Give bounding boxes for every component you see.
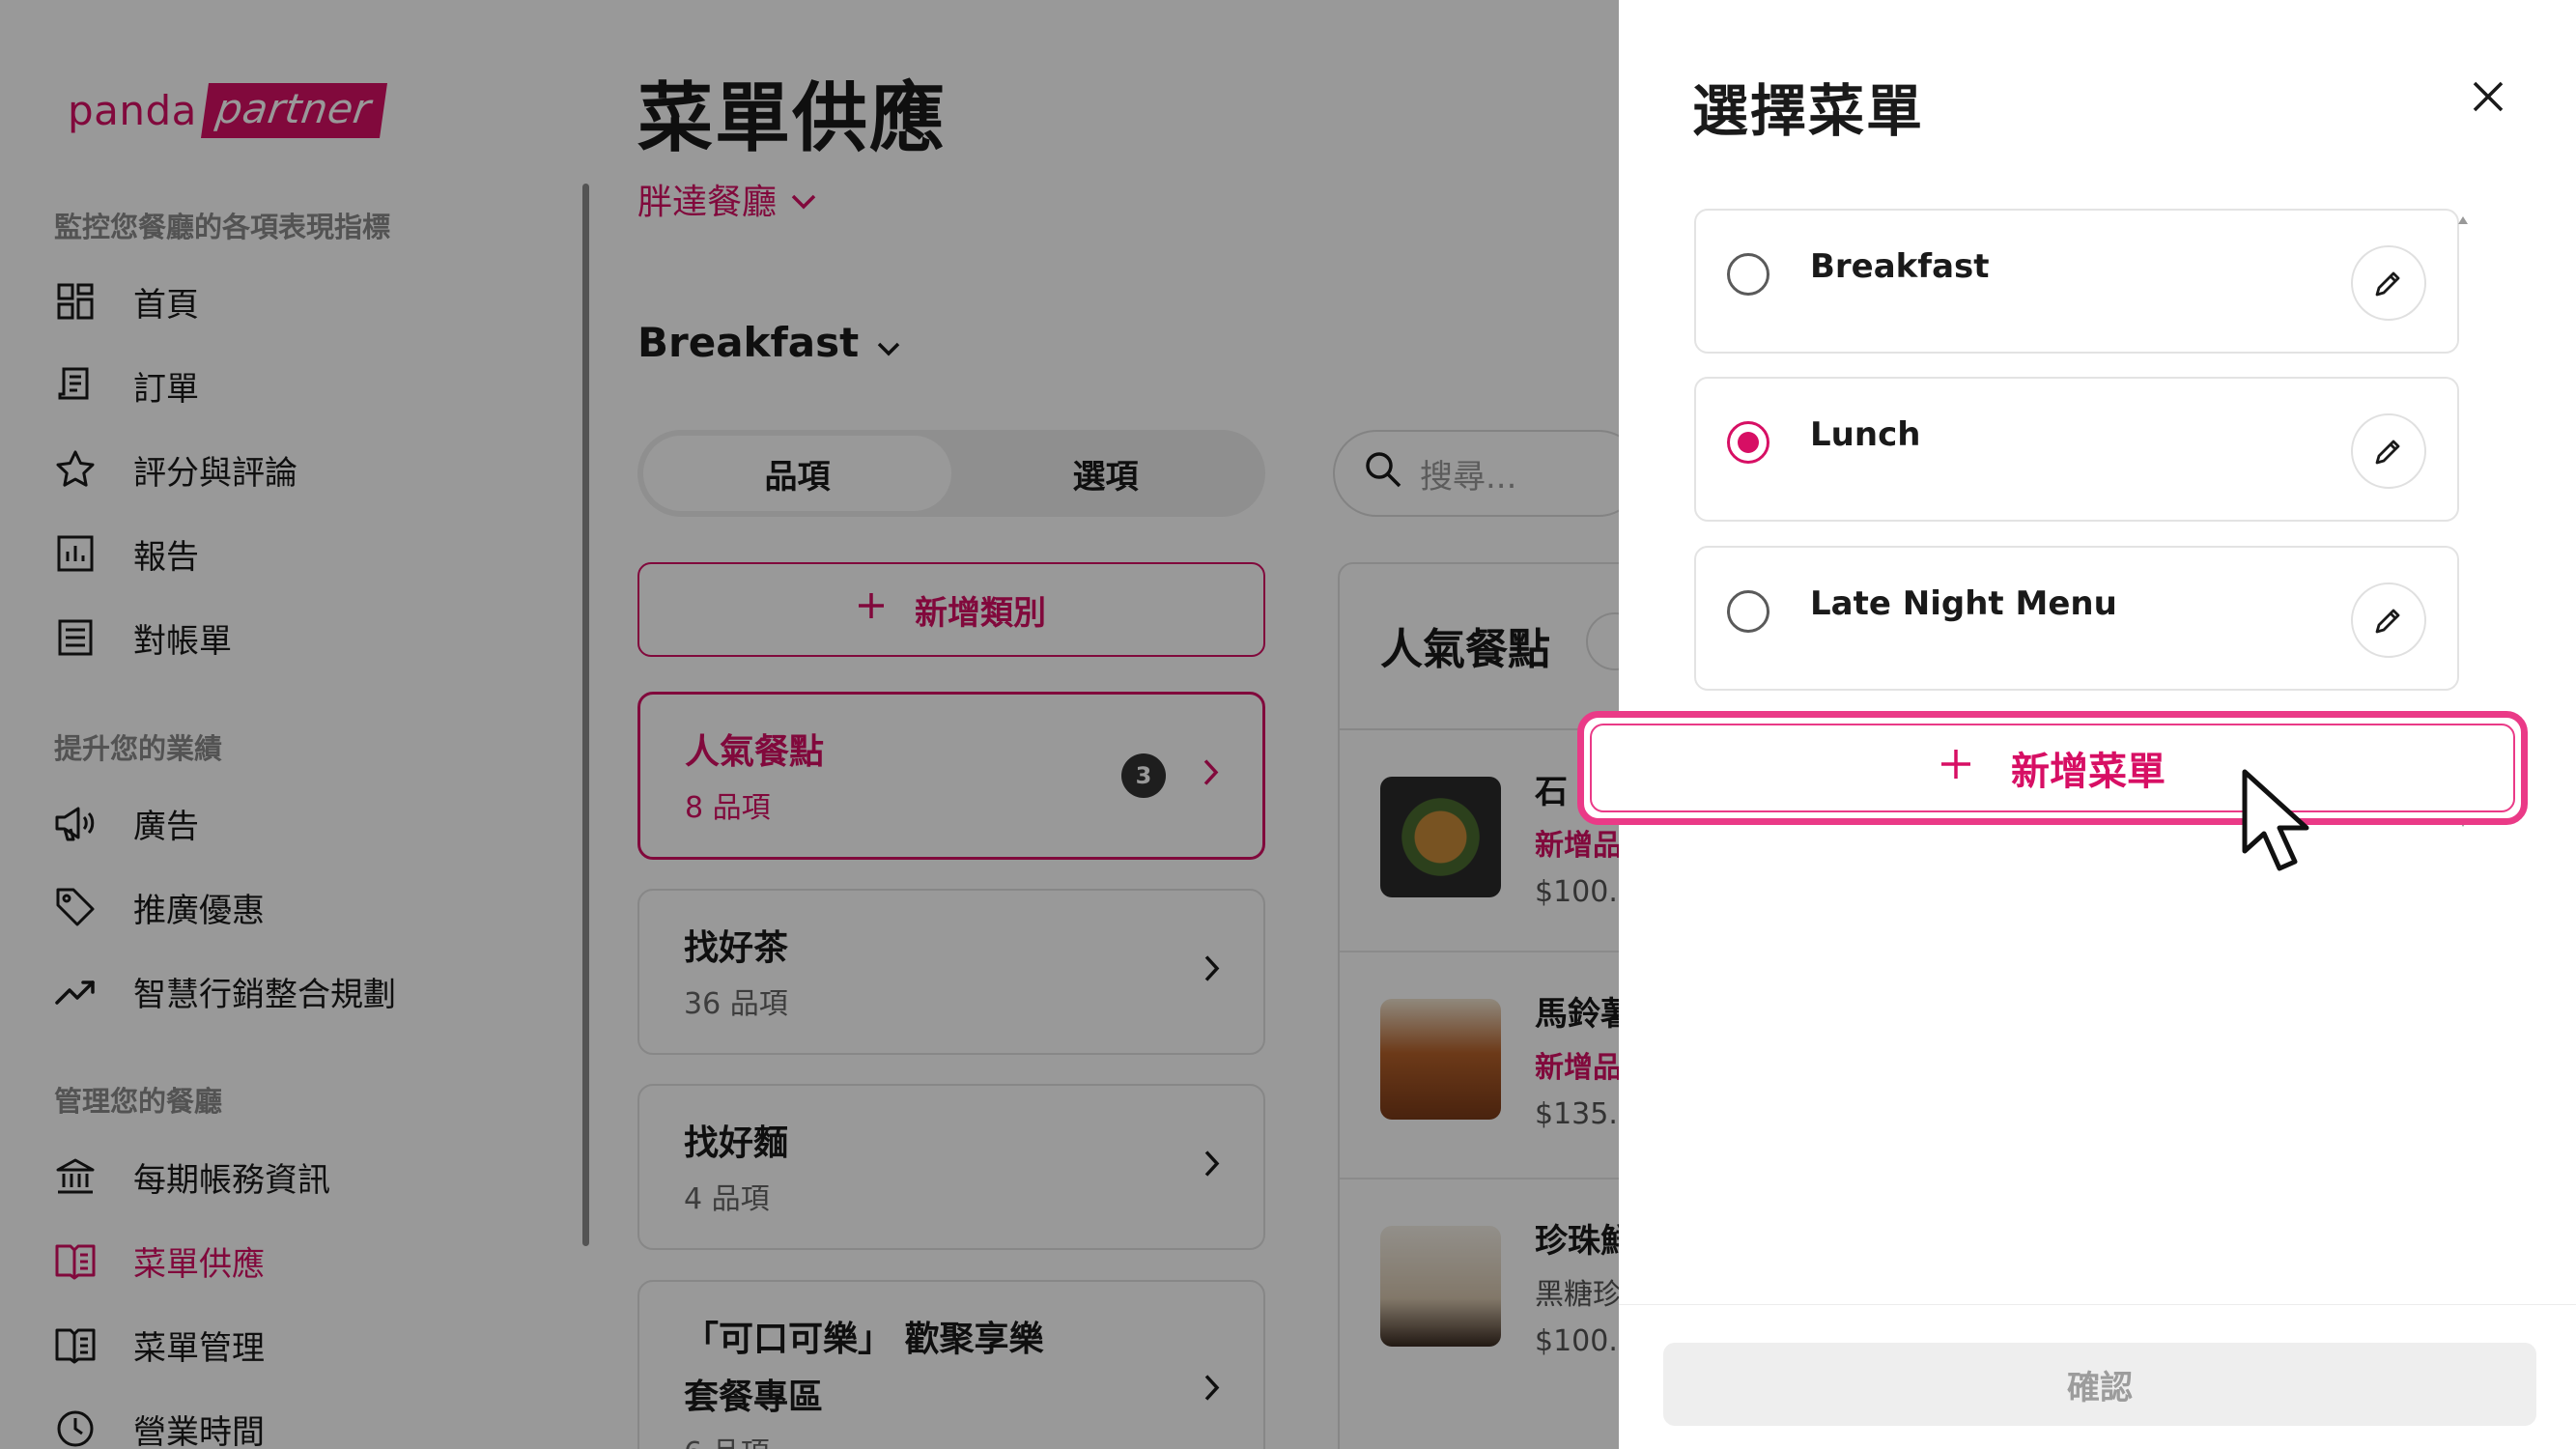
menu-option-late-night[interactable]: Late Night Menu <box>1694 546 2459 691</box>
pencil-icon <box>2375 440 2400 465</box>
mouse-cursor-icon <box>2239 768 2345 874</box>
radio-button[interactable] <box>1727 590 1769 633</box>
highlight-ring <box>1590 724 2515 812</box>
edit-menu-button[interactable] <box>2351 245 2426 321</box>
edit-menu-button[interactable] <box>2351 413 2426 489</box>
add-menu-button[interactable]: 新增菜單 <box>1577 711 2528 825</box>
close-icon <box>2473 81 2504 112</box>
close-button[interactable] <box>2459 68 2517 126</box>
confirm-button[interactable]: 確認 <box>1663 1343 2536 1426</box>
pencil-icon <box>2375 609 2400 634</box>
radio-button-selected[interactable] <box>1727 421 1769 464</box>
drawer-title: 選擇菜單 <box>1692 78 1925 144</box>
edit-menu-button[interactable] <box>2351 582 2426 658</box>
menu-option-name: Late Night Menu <box>1810 584 2117 623</box>
menu-option-lunch[interactable]: Lunch <box>1694 377 2459 522</box>
menu-option-name: Breakfast <box>1810 247 1990 286</box>
radio-button[interactable] <box>1727 253 1769 296</box>
pencil-icon <box>2375 271 2400 297</box>
menu-option-name: Lunch <box>1810 415 1921 454</box>
menu-option-breakfast[interactable]: Breakfast <box>1694 209 2459 354</box>
modal-backdrop[interactable] <box>0 0 1619 1449</box>
